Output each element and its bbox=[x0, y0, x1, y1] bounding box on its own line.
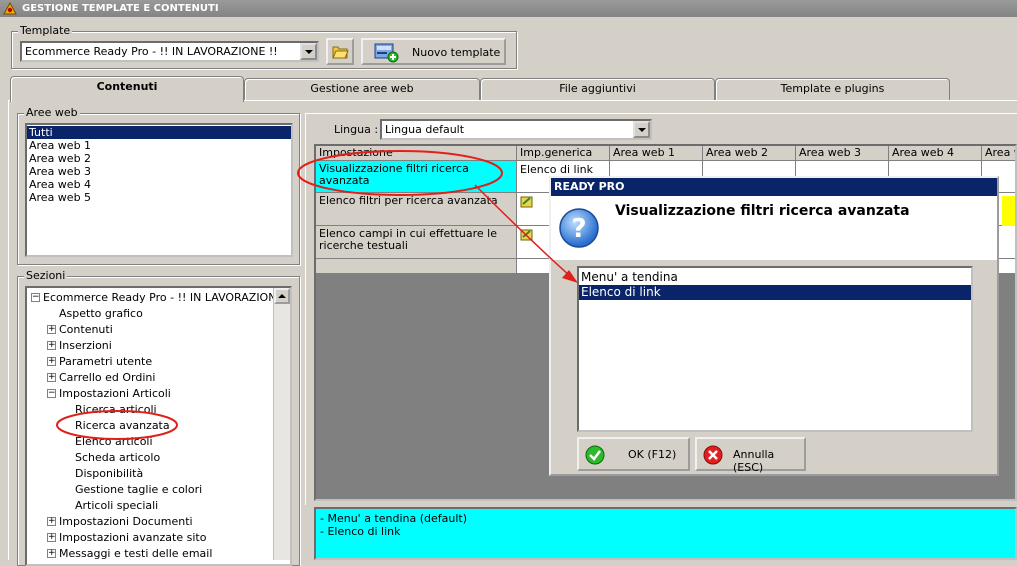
cancel-label: Annulla (ESC) bbox=[733, 448, 775, 474]
ok-label: OK (F12) bbox=[628, 448, 677, 461]
expand-icon[interactable]: + bbox=[47, 341, 56, 350]
window-title-bar: GESTIONE TEMPLATE E CONTENUTI bbox=[0, 0, 1017, 17]
new-template-icon bbox=[374, 43, 399, 63]
expand-icon[interactable]: + bbox=[47, 357, 56, 366]
check-icon bbox=[585, 445, 605, 465]
cancel-button[interactable]: Annulla (ESC) bbox=[695, 437, 806, 474]
dialog-header: ? Visualizzazione filtri ricerca avanzat… bbox=[551, 196, 997, 260]
grid-header: Area w bbox=[982, 146, 1015, 161]
template-select[interactable]: Ecommerce Ready Pro - !! IN LAVORAZIONE … bbox=[20, 41, 319, 62]
tab-contenuti[interactable]: Contenuti bbox=[10, 76, 244, 102]
tree-node[interactable]: Impostazioni Documenti bbox=[59, 514, 193, 530]
window-title: GESTIONE TEMPLATE E CONTENUTI bbox=[22, 3, 219, 14]
tab-gestione-aree-web[interactable]: Gestione aree web bbox=[244, 78, 480, 100]
tree-node[interactable]: Gestione taglie e colori bbox=[75, 482, 202, 498]
grid-header: Imp.generica bbox=[517, 146, 610, 161]
aree-web-item[interactable]: Area web 1 bbox=[27, 139, 291, 152]
aree-web-item[interactable]: Area web 3 bbox=[27, 165, 291, 178]
ok-button[interactable]: OK (F12) bbox=[577, 437, 690, 471]
lingua-select-value: Lingua default bbox=[385, 123, 465, 136]
tab-template-e-plugins[interactable]: Template e plugins bbox=[715, 78, 950, 100]
cancel-icon bbox=[703, 445, 723, 465]
expand-icon[interactable]: + bbox=[47, 325, 56, 334]
dialog-options-list[interactable]: Menu' a tendina Elenco di link bbox=[577, 266, 973, 432]
tree-node[interactable]: Contenuti bbox=[59, 322, 113, 338]
app-icon bbox=[3, 2, 17, 15]
collapse-icon[interactable]: − bbox=[47, 389, 56, 398]
tree-node[interactable]: Scheda articolo bbox=[75, 450, 160, 466]
template-legend: Template bbox=[18, 24, 73, 37]
aree-web-item[interactable]: Area web 5 bbox=[27, 191, 291, 204]
dialog-title: READY PRO bbox=[551, 178, 997, 196]
aree-web-list[interactable]: Tutti Area web 1 Area web 2 Area web 3 Area … bbox=[25, 123, 293, 257]
sezioni-legend: Sezioni bbox=[24, 269, 68, 282]
tree-node[interactable]: Carrello ed Ordini bbox=[59, 370, 155, 386]
lingua-label: Lingua : bbox=[334, 123, 379, 136]
arrow-up-icon bbox=[278, 294, 286, 298]
tree-node[interactable]: Ecommerce Ready Pro - !! IN LAVORAZIONE … bbox=[43, 290, 290, 306]
chevron-down-icon[interactable] bbox=[633, 121, 650, 138]
tree-node[interactable]: Disponibilità bbox=[75, 466, 143, 482]
aree-web-item[interactable]: Area web 2 bbox=[27, 152, 291, 165]
sezioni-scrollbar[interactable] bbox=[273, 288, 290, 560]
tree-node[interactable]: Articoli speciali bbox=[75, 498, 158, 514]
description-line: - Menu' a tendina (default) bbox=[320, 512, 468, 525]
description-line: - Elenco di link bbox=[320, 525, 401, 538]
annotation-circle-tree bbox=[56, 410, 178, 440]
folder-icon bbox=[332, 46, 349, 59]
grid-header: Area web 2 bbox=[703, 146, 796, 161]
tree-node[interactable]: Impostazioni Articoli bbox=[59, 386, 171, 402]
expand-icon[interactable]: + bbox=[47, 517, 56, 526]
description-box: - Menu' a tendina (default) - Elenco di … bbox=[314, 507, 1017, 560]
expand-icon[interactable]: + bbox=[47, 533, 56, 542]
highlight-cell bbox=[1002, 196, 1015, 226]
tab-file-aggiuntivi[interactable]: File aggiuntivi bbox=[480, 78, 715, 100]
chevron-down-icon[interactable] bbox=[300, 43, 317, 60]
collapse-icon[interactable]: − bbox=[31, 293, 40, 302]
tree-node[interactable]: Parametri utente bbox=[59, 354, 152, 370]
dialog-option[interactable]: Menu' a tendina bbox=[579, 270, 971, 285]
expand-icon[interactable]: + bbox=[47, 549, 56, 558]
tree-node[interactable]: Aspetto grafico bbox=[59, 306, 143, 322]
scroll-up-button[interactable] bbox=[274, 288, 290, 304]
open-folder-button[interactable] bbox=[326, 38, 354, 65]
annotation-arrow bbox=[474, 184, 578, 283]
tree-node[interactable]: Impostazioni avanzate sito bbox=[59, 530, 206, 546]
dialog-heading: Visualizzazione filtri ricerca avanzata bbox=[615, 203, 910, 219]
grid-header: Area web 4 bbox=[889, 146, 982, 161]
dialog-option[interactable]: Elenco di link bbox=[579, 285, 971, 300]
aree-web-item[interactable]: Area web 4 bbox=[27, 178, 291, 191]
lingua-select[interactable]: Lingua default bbox=[380, 119, 652, 140]
expand-icon[interactable]: + bbox=[47, 373, 56, 382]
grid-header: Area web 1 bbox=[610, 146, 703, 161]
grid-header: Area web 3 bbox=[796, 146, 889, 161]
choice-dialog: READY PRO ? Visualizzazione filtri ricer… bbox=[549, 176, 999, 476]
new-template-button[interactable]: Nuovo template bbox=[361, 38, 506, 65]
new-template-label: Nuovo template bbox=[412, 46, 501, 59]
aree-web-legend: Aree web bbox=[24, 106, 80, 119]
tree-node[interactable]: Inserzioni bbox=[59, 338, 112, 354]
aree-web-item[interactable]: Tutti bbox=[27, 126, 291, 139]
template-select-value: Ecommerce Ready Pro - !! IN LAVORAZIONE … bbox=[25, 45, 278, 58]
